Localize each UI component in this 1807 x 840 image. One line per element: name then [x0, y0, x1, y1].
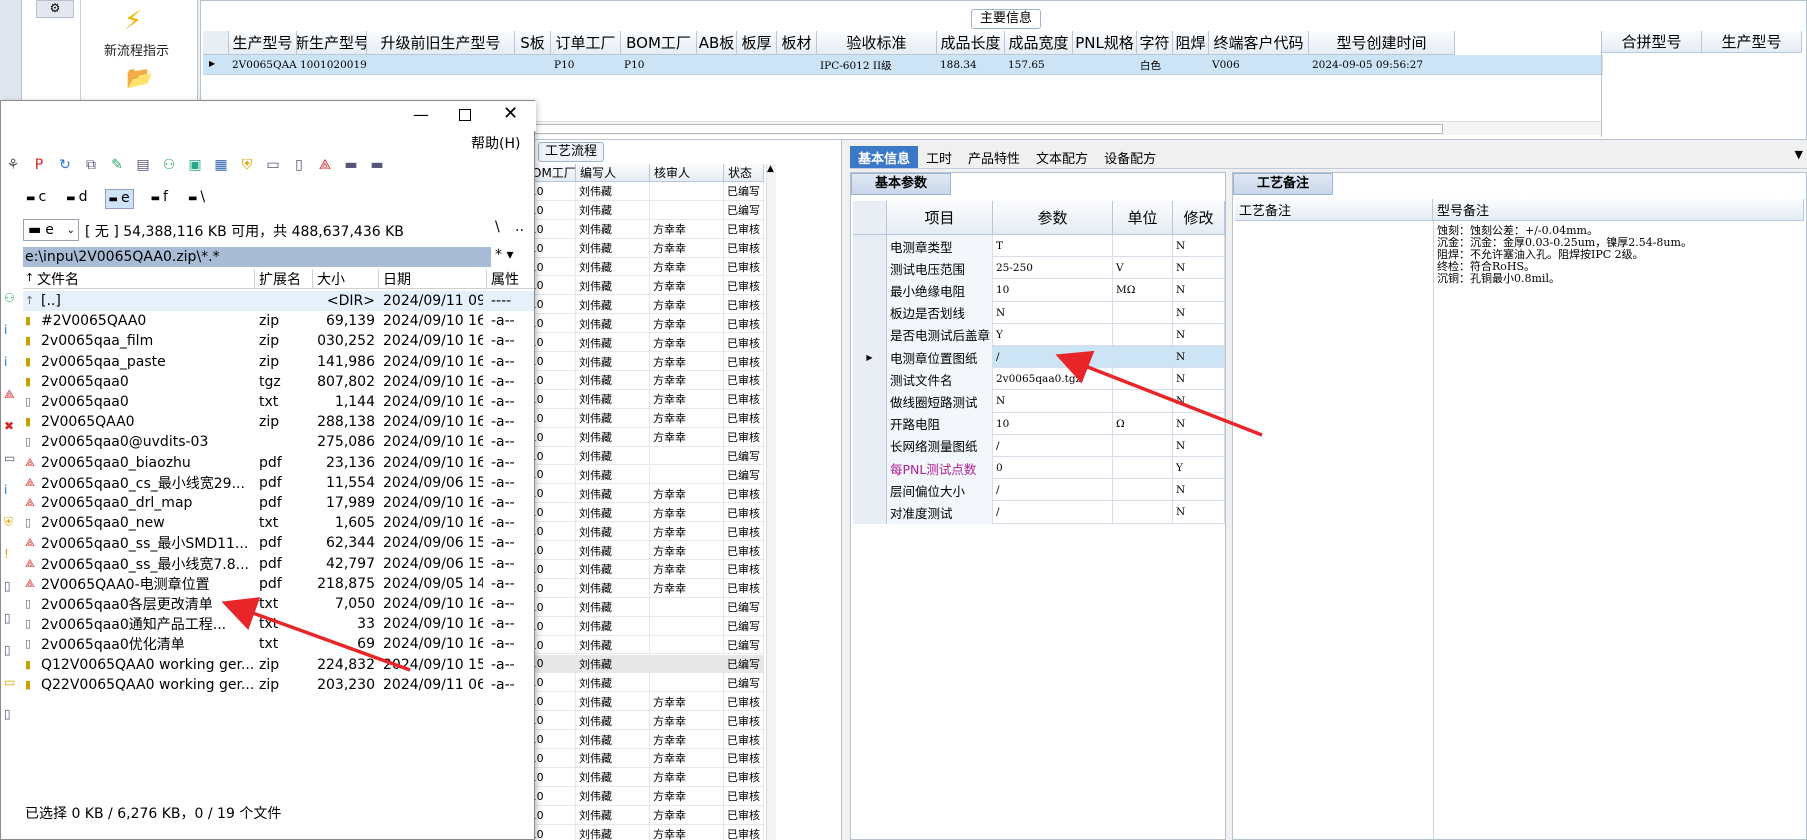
annotation-arrows: [221, 350, 1263, 672]
arrow-to-stamp-file: [221, 597, 411, 672]
arrow-to-stamp-param: [1055, 350, 1263, 437]
